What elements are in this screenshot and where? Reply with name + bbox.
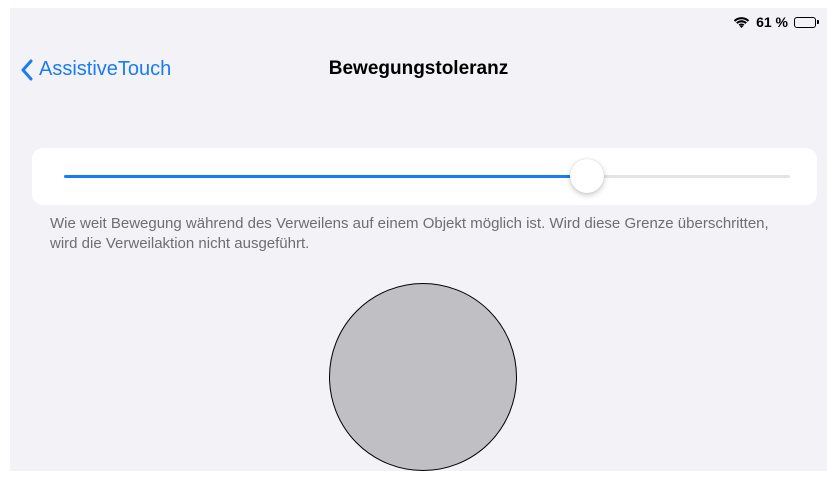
slider-thumb[interactable] — [569, 159, 604, 193]
battery-percent: 61 % — [756, 14, 788, 30]
tolerance-preview-circle — [329, 283, 517, 471]
back-button[interactable]: AssistiveTouch — [20, 58, 171, 81]
settings-screen: 61 % AssistiveTouch Bewegungstoleranz Wi… — [10, 8, 827, 471]
slider-fill — [64, 175, 587, 178]
wifi-icon — [733, 16, 750, 29]
battery-icon — [794, 16, 819, 28]
slider-description: Wie weit Bewegung während des Verweilens… — [50, 215, 769, 252]
slider-card — [32, 148, 817, 205]
back-button-label: AssistiveTouch — [39, 58, 172, 80]
status-bar: 61 % — [733, 14, 819, 30]
tolerance-slider[interactable] — [64, 148, 790, 205]
chevron-left-icon — [20, 59, 33, 81]
slider-track[interactable] — [64, 175, 790, 178]
